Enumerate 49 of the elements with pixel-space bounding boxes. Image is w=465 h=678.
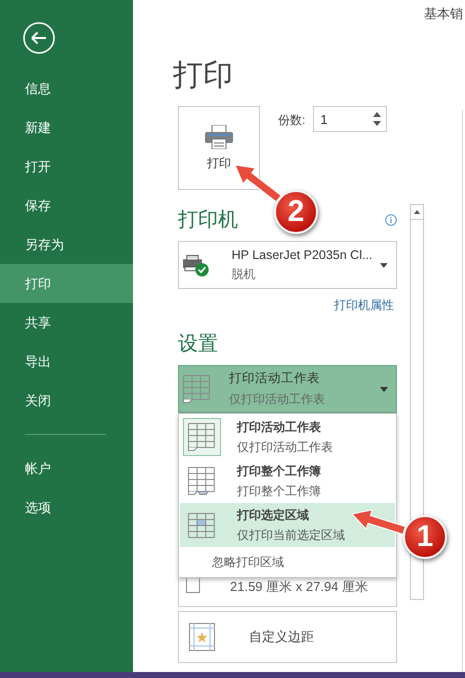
sidebar-item[interactable]: 帐户 xyxy=(0,449,133,488)
printer-name: HP LaserJet P2035n Cl... xyxy=(232,248,372,262)
settings-heading: 设置 xyxy=(178,332,218,357)
caret-icon xyxy=(380,386,388,392)
margins-dropdown[interactable]: 自定义边距 xyxy=(178,611,397,663)
menu-item-subtitle: 仅打印活动工作表 xyxy=(237,438,333,456)
caret-icon xyxy=(380,262,388,268)
print-scope-dropdown[interactable]: 打印活动工作表 仅打印活动工作表 xyxy=(178,365,397,413)
sidebar-item[interactable]: 保存 xyxy=(0,186,133,225)
back-icon[interactable] xyxy=(23,22,55,54)
menu-item-title: 打印活动工作表 xyxy=(237,418,322,436)
sidebar-item[interactable]: 关闭 xyxy=(0,381,133,420)
printer-properties-link[interactable]: 打印机属性 xyxy=(178,297,394,314)
page-margins-icon xyxy=(189,623,215,651)
sidebar-item[interactable]: 另存为 xyxy=(0,225,133,264)
workbook-icon xyxy=(188,467,216,495)
copies-spinner[interactable]: 1 xyxy=(313,106,388,132)
info-icon[interactable] xyxy=(385,214,397,226)
sidebar-item[interactable]: 信息 xyxy=(0,69,133,108)
worksheet-icon xyxy=(188,423,216,451)
sidebar-item[interactable]: 打开 xyxy=(0,147,133,186)
selection-grid-icon xyxy=(188,512,216,538)
menu-item[interactable]: 打印整个工作簿 打印整个工作簿 xyxy=(180,459,395,503)
menu-item[interactable]: 打印选定区域 仅打印当前选定区域 xyxy=(180,503,395,547)
sidebar-item[interactable]: 导出 xyxy=(0,342,133,381)
step-number-badge: 1 xyxy=(403,515,447,559)
menu-item-title: 打印整个工作簿 xyxy=(237,462,321,480)
printer-heading: 打印机 xyxy=(178,208,238,233)
sidebar-item[interactable]: 新建 xyxy=(0,108,133,147)
print-button[interactable]: 打印 xyxy=(178,106,260,190)
sidebar-item[interactable]: 共享 xyxy=(0,303,133,342)
sidebar-item[interactable]: 打印 xyxy=(0,264,133,303)
printer-icon xyxy=(205,124,233,148)
menu-item[interactable]: 打印活动工作表 仅打印活动工作表 xyxy=(180,415,395,459)
menu-item-subtitle: 打印整个工作簿 xyxy=(237,482,321,500)
page-title: 打印 xyxy=(173,58,234,94)
document-title: 基本销 xyxy=(424,5,463,23)
printer-dropdown[interactable]: HP LaserJet P2035n Cl... 脱机 xyxy=(178,241,397,289)
worksheet-icon xyxy=(183,375,211,403)
printer-status: 脱机 xyxy=(232,266,257,282)
menu-item-subtitle: 仅打印当前选定区域 xyxy=(237,526,345,544)
ignore-print-area-option[interactable]: 忽略打印区域 xyxy=(180,547,395,577)
paper-size-dropdown[interactable]: 21.59 厘米 x 27.94 厘米 xyxy=(178,578,397,607)
sidebar-item[interactable]: 选项 xyxy=(0,488,133,527)
menu-item-title: 打印选定区域 xyxy=(237,506,310,524)
callout-arrow xyxy=(234,164,282,202)
printer-ready-icon xyxy=(183,253,210,277)
step-number-badge: 2 xyxy=(274,190,318,234)
copies-label: 份数: xyxy=(278,112,306,129)
